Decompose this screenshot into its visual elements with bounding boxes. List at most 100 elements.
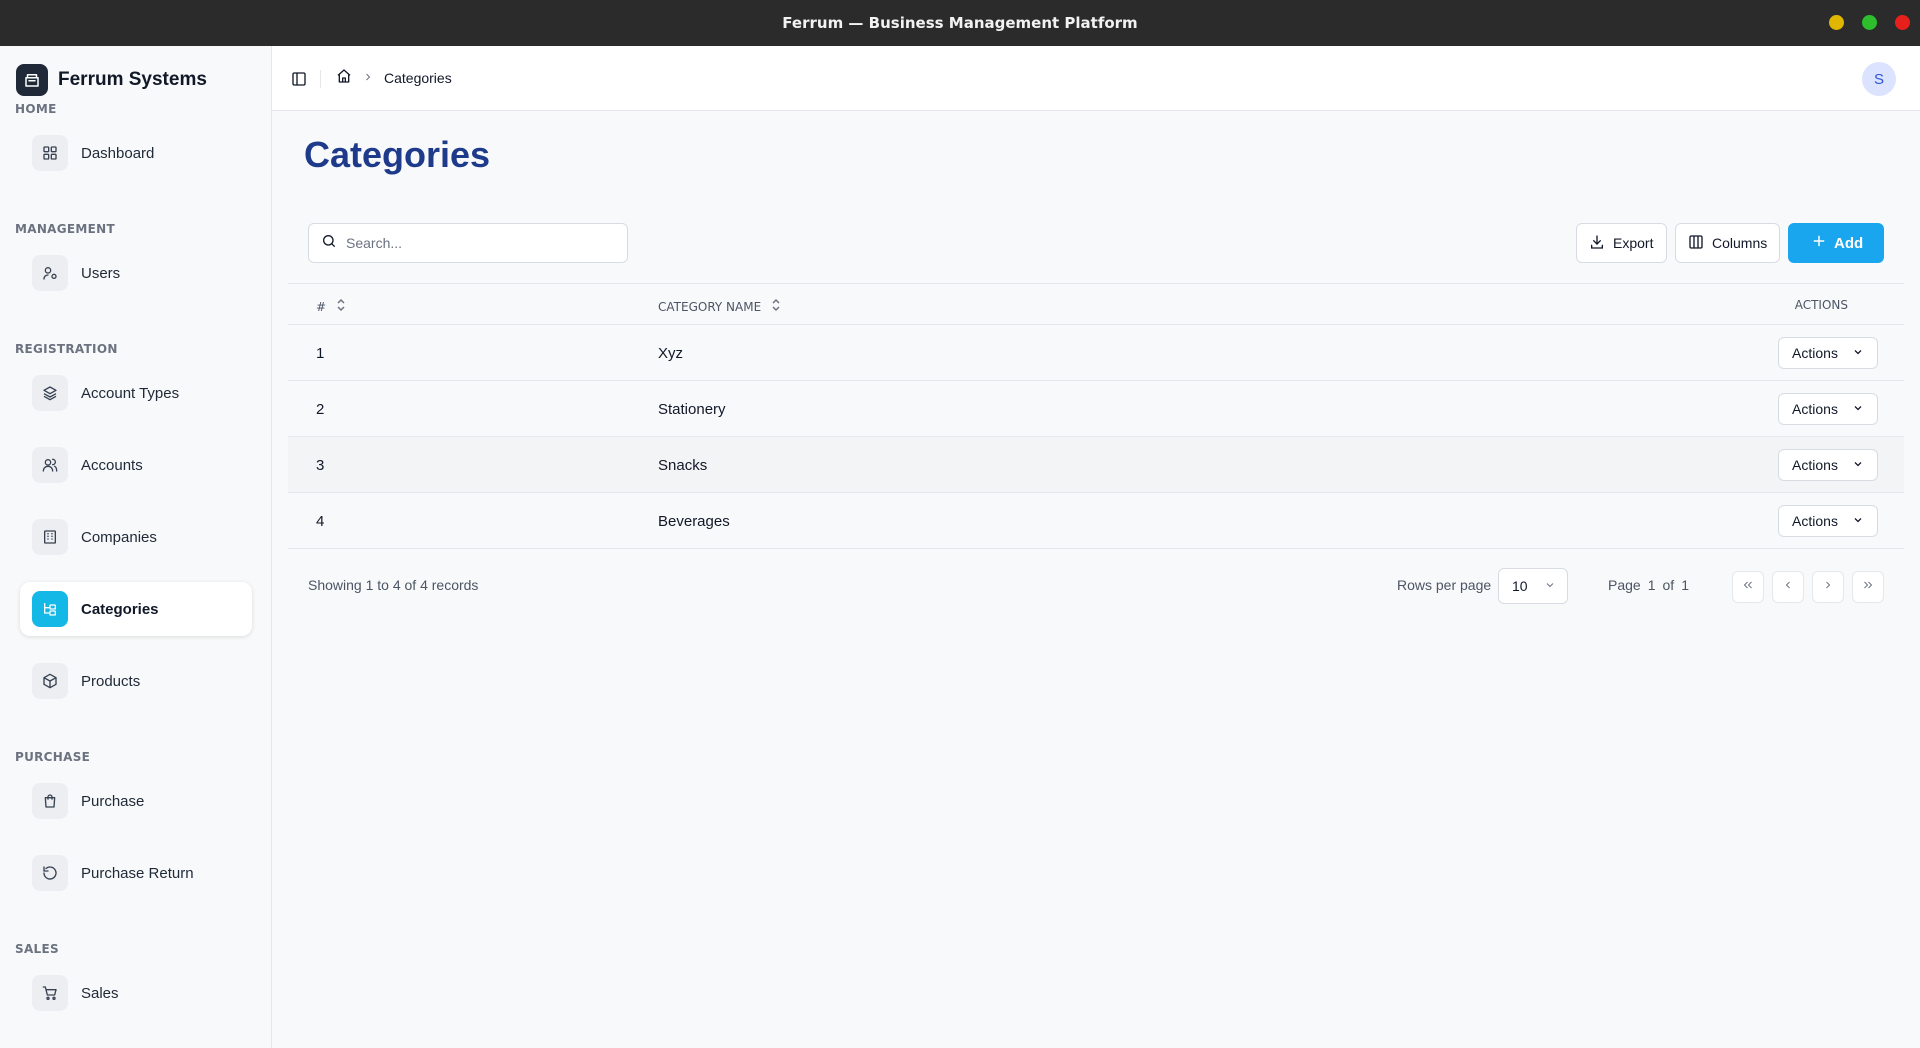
- row-category-name: Beverages: [658, 513, 730, 530]
- first-page-button[interactable]: [1732, 571, 1764, 603]
- sidebar-item-accounts[interactable]: Accounts: [20, 438, 252, 492]
- sidebar-item-label: Categories: [81, 600, 159, 618]
- row-category-name: Xyz: [658, 345, 684, 362]
- column-header-label: #: [316, 299, 327, 314]
- records-summary: Showing 1 to 4 of 4 records: [308, 577, 479, 593]
- add-label: Add: [1834, 234, 1864, 252]
- page-label: Page: [1608, 577, 1641, 593]
- row-actions-button[interactable]: Actions: [1778, 449, 1878, 481]
- search-input[interactable]: [346, 235, 606, 251]
- export-label: Export: [1613, 235, 1654, 251]
- user-settings-icon: [32, 255, 68, 291]
- page-current: 1: [1647, 577, 1656, 593]
- section-label-home: HOME: [15, 102, 57, 116]
- sort-icon[interactable]: [336, 298, 346, 315]
- category-tree-icon: [32, 591, 68, 627]
- section-label-purchase: PURCHASE: [15, 750, 91, 764]
- page-title: Categories: [304, 134, 491, 175]
- sidebar-item-purchase[interactable]: Purchase: [20, 774, 252, 828]
- next-page-button[interactable]: [1812, 571, 1844, 603]
- window-titlebar: Ferrum — Business Management Platform: [0, 0, 1920, 46]
- section-label-management: MANAGEMENT: [15, 222, 115, 236]
- rows-per-page-value: 10: [1512, 578, 1528, 594]
- section-label-registration: REGISTRATION: [15, 342, 118, 356]
- chevron-down-icon: [1852, 457, 1864, 473]
- chevron-right-icon: [362, 70, 374, 86]
- column-header-actions: ACTIONS: [1795, 298, 1848, 312]
- last-page-button[interactable]: [1852, 571, 1884, 603]
- sidebar-item-categories[interactable]: Categories: [20, 582, 252, 636]
- row-category-name: Snacks: [658, 457, 708, 474]
- breadcrumb: Categories: [336, 68, 452, 87]
- sidebar: Ferrum Systems HOME Dashboard MANAGEMENT…: [0, 46, 272, 1048]
- grid-icon: [32, 135, 68, 171]
- table-header: # CATEGORY NAME ACTIONS: [288, 283, 1904, 325]
- row-actions-button[interactable]: Actions: [1778, 505, 1878, 537]
- store-icon: [16, 64, 48, 96]
- sidebar-toggle-icon[interactable]: [288, 68, 310, 90]
- sidebar-item-label: Users: [81, 264, 121, 282]
- column-header-label: CATEGORY NAME: [658, 299, 762, 314]
- sidebar-item-label: Purchase Return: [81, 864, 194, 882]
- page-total: 1: [1681, 577, 1689, 593]
- columns-button[interactable]: Columns: [1675, 223, 1780, 263]
- sidebar-item-purchase-return[interactable]: Purchase Return: [20, 846, 252, 900]
- users-icon: [32, 447, 68, 483]
- add-button[interactable]: Add: [1788, 223, 1884, 263]
- page-indicator: Page 1 of 1: [1608, 577, 1689, 593]
- columns-label: Columns: [1712, 235, 1768, 251]
- table-row[interactable]: 4 Beverages Actions: [288, 493, 1904, 549]
- chevron-right-icon: [1822, 578, 1834, 596]
- avatar[interactable]: S: [1862, 62, 1896, 96]
- chevron-down-icon: [1544, 578, 1556, 594]
- table-row[interactable]: 3 Snacks Actions: [288, 437, 1904, 493]
- actions-label: Actions: [1792, 457, 1838, 473]
- column-header-category-name[interactable]: CATEGORY NAME: [658, 298, 781, 315]
- previous-page-button[interactable]: [1772, 571, 1804, 603]
- column-header-index[interactable]: #: [316, 298, 346, 315]
- rows-per-page-label: Rows per page: [1397, 577, 1492, 593]
- sidebar-item-companies[interactable]: Companies: [20, 510, 252, 564]
- sidebar-item-dashboard[interactable]: Dashboard: [20, 126, 252, 180]
- close-button[interactable]: [1895, 15, 1910, 30]
- brand[interactable]: Ferrum Systems: [16, 64, 207, 96]
- sidebar-item-label: Purchase: [81, 792, 145, 810]
- search-box[interactable]: [308, 223, 628, 263]
- actions-label: Actions: [1792, 513, 1838, 529]
- cart-icon: [32, 975, 68, 1011]
- sidebar-item-products[interactable]: Products: [20, 654, 252, 708]
- row-actions-button[interactable]: Actions: [1778, 393, 1878, 425]
- column-header-label: ACTIONS: [1794, 298, 1848, 312]
- sidebar-item-label: Companies: [81, 528, 157, 546]
- row-index: 2: [316, 401, 325, 418]
- sort-icon[interactable]: [771, 298, 781, 315]
- table-row[interactable]: 2 Stationery Actions: [288, 381, 1904, 437]
- maximize-button[interactable]: [1862, 15, 1877, 30]
- search-icon: [321, 233, 337, 254]
- export-button[interactable]: Export: [1576, 223, 1667, 263]
- header: Categories S: [272, 46, 1920, 111]
- rows-per-page-select[interactable]: 10: [1498, 568, 1568, 604]
- box-icon: [32, 663, 68, 699]
- sidebar-item-sales[interactable]: Sales: [20, 966, 252, 1020]
- shopping-bag-icon: [32, 783, 68, 819]
- chevron-down-icon: [1852, 345, 1864, 361]
- chevron-left-icon: [1782, 578, 1794, 596]
- minimize-button[interactable]: [1829, 15, 1844, 30]
- chevron-down-icon: [1852, 513, 1864, 529]
- sidebar-item-label: Account Types: [81, 384, 180, 402]
- rotate-ccw-icon: [32, 855, 68, 891]
- window-title: Ferrum — Business Management Platform: [782, 14, 1138, 32]
- table-row[interactable]: 1 Xyz Actions: [288, 325, 1904, 381]
- download-icon: [1589, 234, 1605, 253]
- layers-icon: [32, 375, 68, 411]
- row-index: 3: [316, 457, 325, 474]
- row-actions-button[interactable]: Actions: [1778, 337, 1878, 369]
- chevrons-left-icon: [1742, 578, 1754, 596]
- row-index: 1: [316, 345, 325, 362]
- actions-label: Actions: [1792, 345, 1838, 361]
- sidebar-item-users[interactable]: Users: [20, 246, 252, 300]
- home-icon[interactable]: [336, 68, 352, 87]
- building-icon: [32, 519, 68, 555]
- sidebar-item-account-types[interactable]: Account Types: [20, 366, 252, 420]
